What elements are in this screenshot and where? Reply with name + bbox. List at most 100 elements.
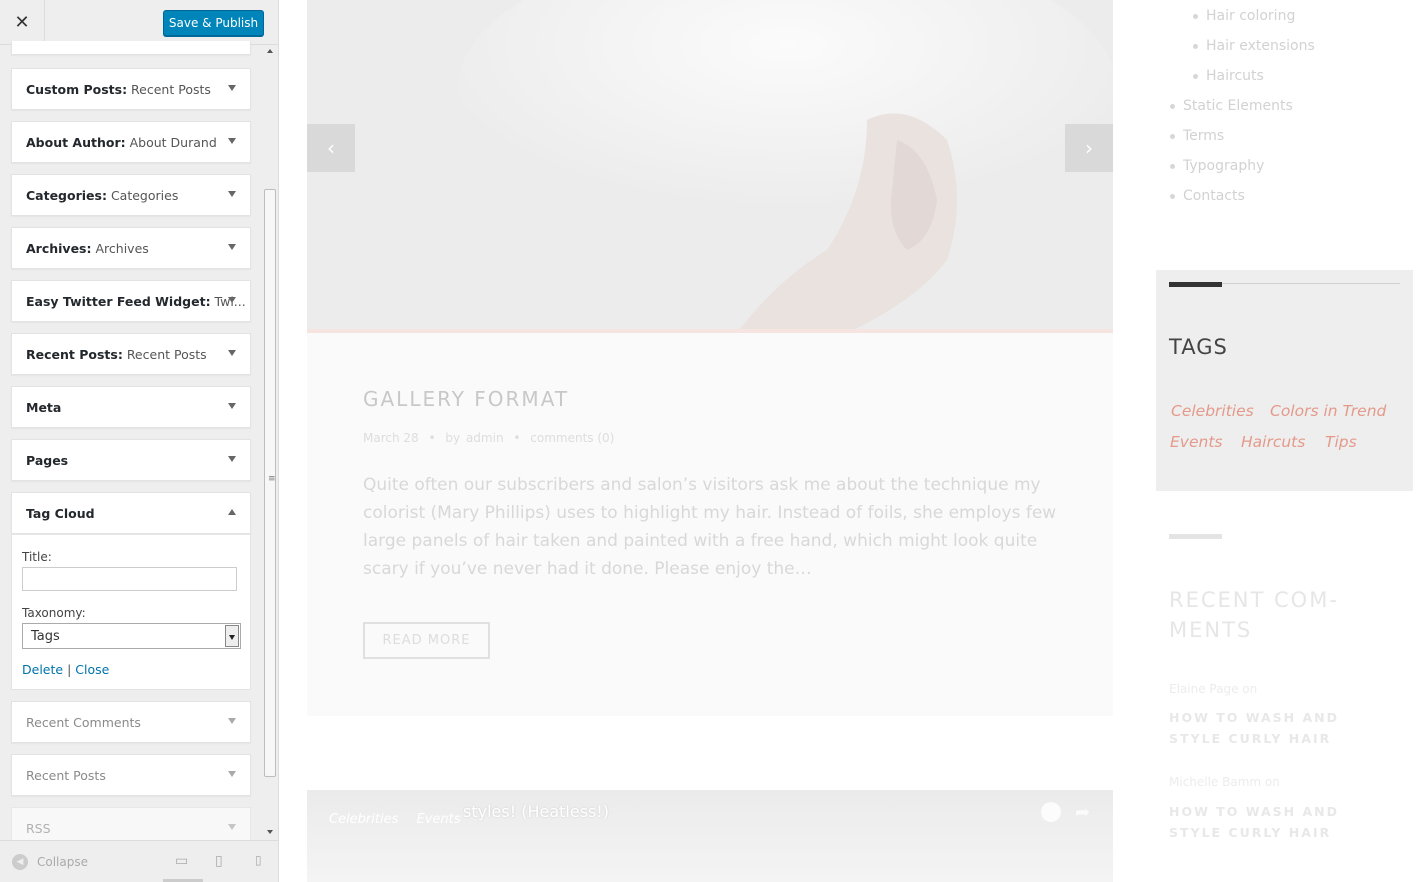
- recent-comments-title-line: RECENT COM-: [1169, 588, 1339, 612]
- chevron-down-icon[interactable]: [228, 297, 236, 303]
- menu-item[interactable]: Hair extensions: [1193, 38, 1315, 54]
- widget-divider: [1222, 283, 1400, 284]
- chevron-up-icon[interactable]: [228, 509, 236, 515]
- collapse-button[interactable]: Collapse: [37, 855, 88, 869]
- chevron-right-icon[interactable]: ›: [1065, 124, 1113, 172]
- mobile-icon[interactable]: ▯: [255, 853, 262, 867]
- tag-link[interactable]: Haircuts: [1241, 433, 1305, 451]
- comment-post-link[interactable]: HOW TO WASH AND STYLE CURLY HAIR: [1169, 707, 1389, 749]
- post-title[interactable]: GALLERY FORMAT: [363, 387, 569, 411]
- widget-name: Easy Twitter Feed Widget: [26, 294, 206, 309]
- close-icon[interactable]: ✕: [0, 0, 45, 45]
- widget-recent-posts[interactable]: Recent Posts: Recent Posts: [11, 333, 251, 375]
- widget-title: Recent Posts: [126, 347, 207, 362]
- clock-icon[interactable]: [1041, 802, 1061, 822]
- menu-item[interactable]: Haircuts: [1193, 68, 1264, 84]
- read-more-button[interactable]: READ MORE: [363, 622, 490, 659]
- widget-title: About Durand: [129, 135, 217, 150]
- widget-partial-top: [11, 41, 251, 55]
- collapse-icon[interactable]: ◀: [12, 854, 28, 870]
- image-slider: ‹ ›: [307, 0, 1113, 333]
- video-tag[interactable]: Events: [417, 812, 461, 827]
- post-author[interactable]: admin: [466, 431, 504, 445]
- menu-item[interactable]: Contacts: [1170, 188, 1245, 204]
- widget-about-author[interactable]: About Author: About Durand: [11, 121, 251, 163]
- widget-accent-bar: [1169, 534, 1222, 539]
- grip-icon: ≡: [268, 474, 276, 484]
- comment-author[interactable]: Elaine Page on: [1169, 682, 1257, 696]
- menu-item[interactable]: Terms: [1169, 128, 1224, 144]
- tag-link[interactable]: Tips: [1325, 433, 1357, 451]
- tag-cloud-form: Title: Taxonomy: Tags Delete | Close: [11, 535, 251, 690]
- widget-title: Categories: [110, 188, 179, 203]
- menu-item[interactable]: Typography: [1169, 158, 1264, 174]
- chevron-down-icon[interactable]: [228, 85, 236, 91]
- chevron-down-icon[interactable]: [228, 456, 236, 462]
- chevron-down-icon[interactable]: [228, 771, 236, 777]
- video-title[interactable]: styles! (Heatless!): [463, 802, 609, 821]
- widget-name: Recent Posts: [26, 768, 106, 783]
- widget-meta[interactable]: Meta: [11, 386, 251, 428]
- widget-name: Meta: [26, 400, 62, 415]
- chevron-down-icon[interactable]: [228, 824, 236, 830]
- widget-name: Tag Cloud: [26, 506, 95, 521]
- widget-pages[interactable]: Pages: [11, 439, 251, 481]
- chevron-down-icon[interactable]: [228, 403, 236, 409]
- widget-accent-bar: [1169, 282, 1222, 287]
- scroll-down-icon[interactable]: [267, 830, 273, 834]
- widget-name: Recent Comments: [26, 715, 141, 730]
- widget-name: Custom Posts: [26, 82, 123, 97]
- taxonomy-select[interactable]: Tags: [22, 623, 241, 649]
- customizer-sidebar: ✕ Save & Publish Custom Posts: Recent Po…: [0, 0, 279, 882]
- menu-item[interactable]: Static Elements: [1170, 98, 1293, 114]
- site-preview: ‹ › GALLERY FORMAT March 28 • by admin •…: [279, 0, 1427, 882]
- scroll-up-icon[interactable]: [267, 49, 273, 53]
- chevron-down-icon[interactable]: [228, 138, 236, 144]
- meta-dot: •: [428, 431, 436, 445]
- chevron-down-icon[interactable]: [228, 191, 236, 197]
- widget-custom-posts[interactable]: Custom Posts: Recent Posts: [11, 68, 251, 110]
- widget-archives[interactable]: Archives: Archives: [11, 227, 251, 269]
- desktop-icon[interactable]: ▭: [175, 853, 188, 869]
- tablet-icon[interactable]: ▯: [215, 853, 223, 869]
- comment-author[interactable]: Michelle Bamm on: [1169, 775, 1280, 789]
- video-embed[interactable]: styles! (Heatless!) Celebrities Events ➦: [307, 790, 1113, 882]
- separator: |: [67, 662, 72, 677]
- share-icon[interactable]: ➦: [1075, 802, 1095, 823]
- menu-item[interactable]: Hair coloring: [1192, 8, 1295, 24]
- close-link[interactable]: Close: [75, 662, 109, 677]
- widget-recent-comments[interactable]: Recent Comments: [11, 701, 251, 743]
- widget-name: Categories: [26, 188, 102, 203]
- delete-link[interactable]: Delete: [22, 662, 63, 677]
- tags-widget: TAGS Celebrities Colors in Trend Events …: [1156, 270, 1413, 491]
- widget-name: Pages: [26, 453, 69, 468]
- recent-comments-title: RECENT COM- MENTS: [1169, 585, 1369, 645]
- widget-name: Archives: [26, 241, 87, 256]
- video-tag[interactable]: Celebrities: [329, 812, 398, 827]
- recent-comments-title-line: MENTS: [1169, 618, 1253, 642]
- comment-post-link[interactable]: HOW TO WASH AND STYLE CURLY HAIR: [1169, 801, 1389, 843]
- title-field[interactable]: [22, 567, 237, 591]
- widget-categories[interactable]: Categories: Categories: [11, 174, 251, 216]
- tags-title: TAGS: [1169, 335, 1228, 359]
- post-card: GALLERY FORMAT March 28 • by admin • com…: [307, 333, 1113, 716]
- widget-recent-posts-available[interactable]: Recent Posts: [11, 754, 251, 796]
- save-publish-button[interactable]: Save & Publish: [163, 10, 264, 36]
- widget-name: RSS: [26, 821, 51, 836]
- scrollbar-thumb[interactable]: ≡: [264, 189, 276, 777]
- post-comments[interactable]: comments (0): [530, 431, 614, 445]
- chevron-left-icon[interactable]: ‹: [307, 124, 355, 172]
- dropdown-arrow-icon[interactable]: [225, 625, 239, 647]
- tag-link[interactable]: Colors in Trend: [1270, 402, 1386, 420]
- widget-easy-twitter-feed[interactable]: Easy Twitter Feed Widget: Twi...: [11, 280, 251, 322]
- taxonomy-value: Tags: [31, 629, 60, 644]
- widget-tag-cloud[interactable]: Tag Cloud: [11, 492, 251, 534]
- tag-link[interactable]: Events: [1170, 433, 1222, 451]
- scrollbar[interactable]: ≡: [262, 45, 278, 838]
- chevron-down-icon[interactable]: [228, 718, 236, 724]
- customizer-header: ✕ Save & Publish: [0, 0, 278, 45]
- tag-link[interactable]: Celebrities: [1171, 402, 1254, 420]
- chevron-down-icon[interactable]: [228, 350, 236, 356]
- chevron-down-icon[interactable]: [228, 244, 236, 250]
- post-meta: March 28 • by admin • comments (0): [363, 431, 620, 445]
